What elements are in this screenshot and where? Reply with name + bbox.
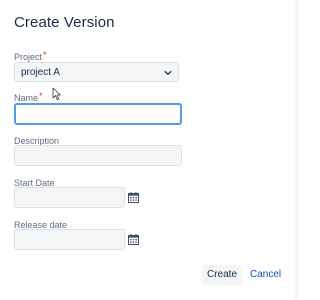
required-marker: * (39, 91, 43, 101)
chevron-down-icon (164, 70, 172, 76)
name-label: Name* (14, 91, 43, 103)
project-label: Project* (14, 50, 47, 62)
project-label-text: Project (14, 52, 43, 62)
calendar-icon[interactable] (128, 234, 139, 245)
name-label-text: Name (14, 93, 39, 103)
name-input[interactable] (14, 103, 182, 125)
project-select[interactable]: project A (14, 62, 179, 82)
required-marker: * (43, 50, 47, 60)
dialog-edge (292, 0, 298, 300)
description-field[interactable] (14, 145, 182, 166)
mouse-cursor-icon (52, 87, 61, 100)
dialog-title: Create Version (14, 14, 115, 31)
calendar-icon[interactable] (128, 192, 139, 203)
start-date-input[interactable] (14, 187, 125, 208)
release-date-input[interactable] (14, 229, 125, 250)
project-select-value: project A (21, 67, 60, 78)
create-version-dialog: Create Version Project* project A Name* … (0, 0, 298, 300)
cancel-button[interactable]: Cancel (250, 265, 281, 285)
create-button[interactable]: Create (202, 265, 242, 285)
